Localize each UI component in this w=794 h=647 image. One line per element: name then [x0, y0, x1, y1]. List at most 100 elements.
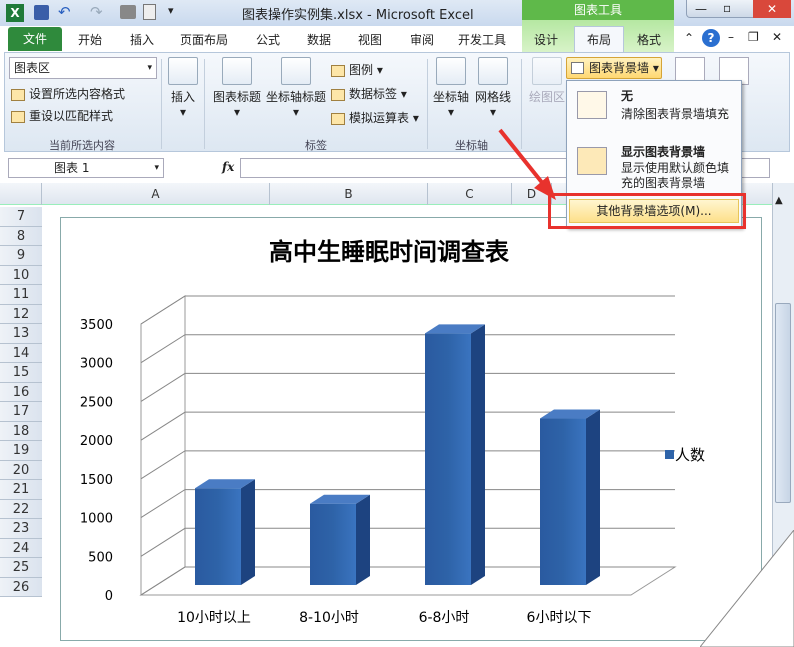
chart-element-dropdown[interactable]: 图表区 ▾ — [9, 57, 157, 79]
tab-format[interactable]: 格式 — [637, 29, 661, 51]
tab-design[interactable]: 设计 — [534, 29, 558, 51]
row-header[interactable]: 7 — [0, 207, 42, 227]
tab-view[interactable]: 视图 — [358, 29, 382, 51]
tab-data[interactable]: 数据 — [307, 29, 331, 51]
format-selection-button[interactable]: 设置所选内容格式 — [11, 85, 125, 102]
scroll-up-icon[interactable]: ▲ — [775, 195, 783, 206]
reset-style-button[interactable]: 重设以匹配样式 — [11, 107, 113, 124]
bar — [425, 333, 471, 585]
tab-review[interactable]: 审阅 — [410, 29, 434, 51]
close-icon[interactable]: ✕ — [753, 0, 791, 18]
row-header[interactable]: 9 — [0, 246, 42, 266]
row-header[interactable]: 21 — [0, 480, 42, 500]
column-d[interactable]: D — [512, 183, 552, 205]
excel-logo-icon: X — [6, 4, 24, 22]
plot-area-label: 绘图区 — [528, 90, 565, 104]
page-curl — [700, 530, 794, 647]
row-header[interactable]: 17 — [0, 402, 42, 422]
chevron-down-icon: ▾ — [154, 163, 159, 173]
gridline — [140, 334, 675, 364]
data-labels-button[interactable]: 数据标签 ▾ — [331, 85, 407, 102]
data-table-button[interactable]: 模拟运算表 ▾ — [331, 109, 419, 126]
bar-side — [586, 409, 600, 585]
menu-item-none[interactable]: 无 清除图表背景墙填充 — [567, 83, 741, 135]
tab-developer[interactable]: 开发工具 — [458, 29, 506, 51]
tab-home[interactable]: 开始 — [78, 29, 102, 51]
insert-button[interactable]: 插入 ▾ — [167, 57, 199, 119]
y-tick-label: 0 — [105, 589, 113, 604]
plot-area-button[interactable]: 绘图区 — [527, 57, 567, 105]
gridlines-label: 网格线 — [474, 90, 511, 104]
axes-button[interactable]: 坐标轴 ▾ — [431, 57, 471, 119]
menu-item-show-wall[interactable]: 显示图表背景墙 显示使用默认颜色填充的图表背景墙 — [567, 139, 741, 195]
ribbon-tabs: 开始 插入 页面布局 公式 数据 视图 审阅 开发工具 设计 布局 格式 ⌃ ?… — [0, 26, 794, 53]
help-icon[interactable]: ? — [702, 29, 720, 47]
doc-close-icon[interactable]: ✕ — [772, 30, 782, 44]
row-header[interactable]: 23 — [0, 519, 42, 539]
data-labels-label: 数据标签 — [349, 87, 398, 101]
row-header[interactable]: 11 — [0, 285, 42, 305]
gridlines-button[interactable]: 网格线 ▾ — [473, 57, 513, 119]
legend-icon — [331, 64, 345, 77]
chart-title-icon — [222, 57, 252, 85]
row-header[interactable]: 12 — [0, 304, 42, 324]
customize-toolbar-icon[interactable]: ▾ — [168, 4, 174, 17]
undo-icon[interactable]: ↶ — [58, 3, 71, 21]
name-box[interactable]: 图表 1 ▾ — [8, 158, 164, 178]
row-header[interactable]: 18 — [0, 421, 42, 441]
row-header[interactable]: 19 — [0, 441, 42, 461]
y-tick-label: 3000 — [80, 357, 113, 372]
data-table-icon — [331, 112, 345, 125]
function-icon[interactable]: fx — [222, 160, 234, 174]
tab-page-layout[interactable]: 页面布局 — [180, 29, 228, 51]
row-header[interactable]: 25 — [0, 558, 42, 578]
side-wall — [140, 295, 186, 596]
chart-title-button[interactable]: 图表标题 ▾ — [209, 57, 265, 119]
row-header[interactable]: 10 — [0, 265, 42, 285]
axis-title-button[interactable]: 坐标轴标题 ▾ — [263, 57, 329, 119]
legend-button[interactable]: 图例 ▾ — [331, 61, 383, 78]
row-header[interactable]: 15 — [0, 363, 42, 383]
row-header[interactable]: 8 — [0, 226, 42, 246]
redo-icon[interactable]: ↷ — [90, 3, 103, 21]
doc-restore-icon[interactable]: ❐ — [748, 30, 759, 44]
tab-formulas[interactable]: 公式 — [256, 29, 280, 51]
bar — [310, 503, 356, 585]
save-icon[interactable] — [34, 5, 49, 20]
collapse-ribbon-icon[interactable]: ⌃ — [684, 31, 694, 45]
row-header[interactable]: 20 — [0, 460, 42, 480]
select-all[interactable] — [0, 183, 42, 205]
print-icon[interactable] — [120, 5, 136, 19]
maximize-icon[interactable]: ▫ — [723, 1, 731, 15]
x-tick-label: 10小时以上 — [177, 610, 251, 626]
row-header[interactable]: 26 — [0, 577, 42, 597]
column-a[interactable]: A — [42, 183, 270, 205]
name-box-value: 图表 1 — [54, 161, 90, 175]
legend-label: 人数 — [675, 446, 705, 464]
column-b[interactable]: B — [270, 183, 428, 205]
chart-area[interactable]: 高中生睡眠时间调查表 0 500 1000 1500 2000 2500 3000 3500 10… — [60, 217, 762, 641]
tab-layout[interactable]: 布局 — [574, 26, 625, 53]
data-table-label: 模拟运算表 — [349, 111, 410, 125]
row-header[interactable]: 16 — [0, 382, 42, 402]
row-header[interactable]: 24 — [0, 538, 42, 558]
no-wall-icon — [577, 91, 607, 119]
chart-title-label: 图表标题 — [212, 90, 261, 104]
minimize-icon[interactable]: — — [695, 2, 707, 16]
row-header[interactable]: 14 — [0, 343, 42, 363]
row-header[interactable]: 13 — [0, 324, 42, 344]
data-labels-icon — [331, 88, 345, 101]
tab-insert[interactable]: 插入 — [130, 29, 154, 51]
axis-title-icon — [281, 57, 311, 85]
chart-tools-label: 图表工具 — [522, 0, 674, 20]
row-header[interactable]: 22 — [0, 499, 42, 519]
print-preview-icon[interactable] — [143, 4, 156, 20]
doc-minimize-icon[interactable]: – — [728, 30, 734, 44]
menu-item-title: 无 — [621, 89, 634, 103]
scroll-thumb[interactable] — [775, 303, 791, 503]
x-tick-label: 6-8小时 — [419, 610, 470, 626]
axes-icon — [436, 57, 466, 85]
chart-wall-button[interactable]: 图表背景墙 ▾ — [566, 57, 662, 79]
bar-side — [471, 324, 485, 585]
column-c[interactable]: C — [428, 183, 512, 205]
